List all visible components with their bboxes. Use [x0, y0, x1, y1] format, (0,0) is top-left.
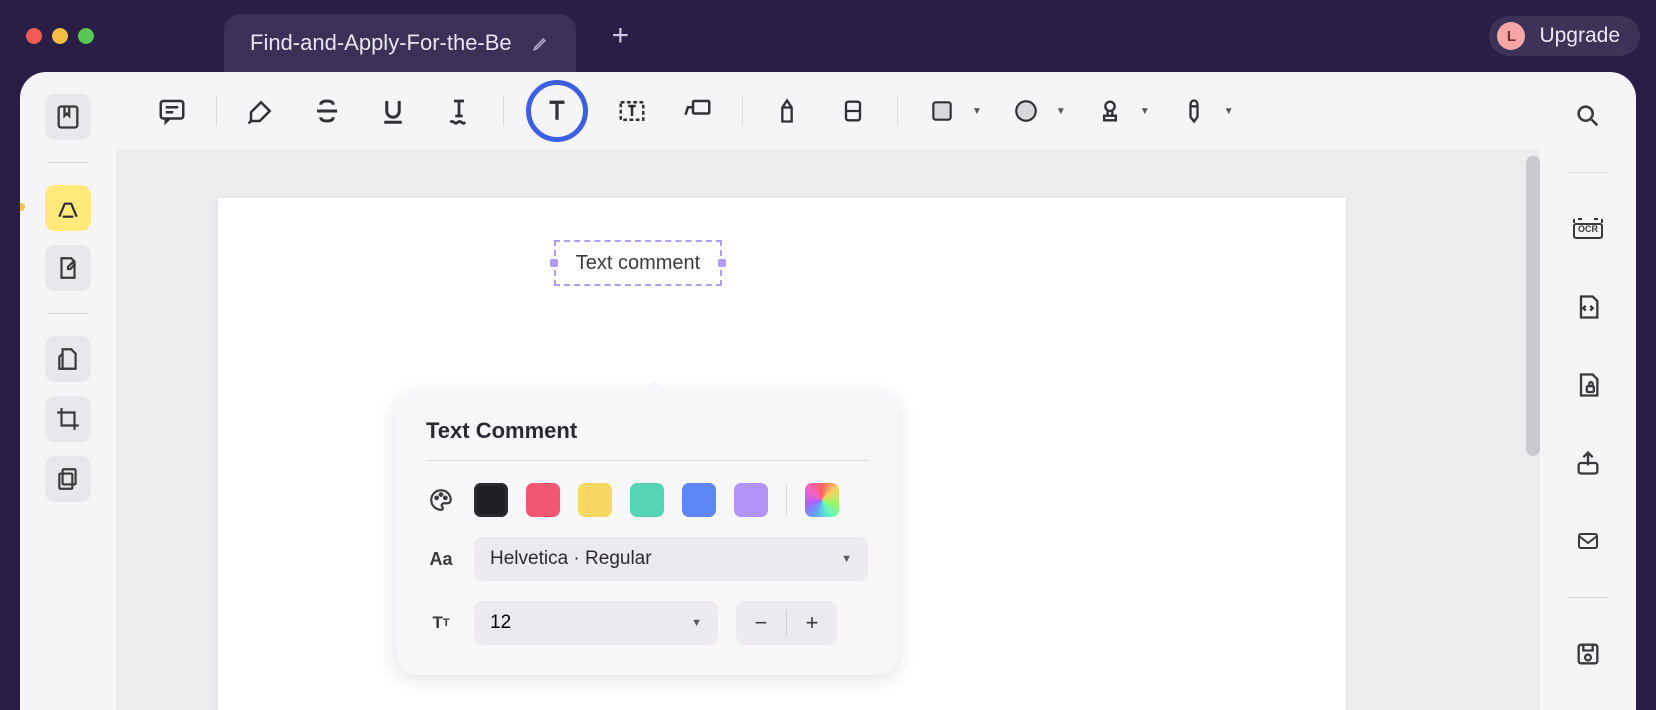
color-swatch-yellow[interactable]: [578, 483, 612, 517]
maximize-window-button[interactable]: [78, 28, 94, 44]
avatar: L: [1497, 22, 1525, 50]
email-button[interactable]: [1566, 519, 1610, 563]
caret-down-icon[interactable]: ▼: [972, 106, 982, 117]
stamp-button[interactable]: [1088, 89, 1132, 133]
size-row: TT 12 ▼ − +: [426, 601, 868, 645]
palette-icon: [426, 487, 456, 513]
titlebar: Find-and-Apply-For-the-Be + L Upgrade: [0, 0, 1656, 72]
sidebar-edit-button[interactable]: [45, 245, 91, 291]
caret-down-icon[interactable]: ▼: [1140, 106, 1150, 117]
new-tab-button[interactable]: +: [612, 19, 630, 53]
text-comment-value: Text comment: [576, 252, 700, 275]
underline-button[interactable]: [371, 89, 415, 133]
tab-title: Find-and-Apply-For-the-Be: [250, 30, 512, 56]
color-swatch-purple[interactable]: [734, 483, 768, 517]
color-swatch-red[interactable]: [526, 483, 560, 517]
left-sidebar: [20, 72, 116, 710]
top-toolbar: ▼ ▼ ▼ ▼: [116, 72, 1540, 150]
note-button[interactable]: [150, 89, 194, 133]
share-button[interactable]: [1566, 441, 1610, 485]
strikethrough-button[interactable]: [305, 89, 349, 133]
font-size-value: 12: [490, 612, 511, 634]
increase-size-button[interactable]: +: [787, 601, 837, 645]
font-select[interactable]: Helvetica · Regular ▼: [474, 537, 868, 581]
minimize-window-button[interactable]: [52, 28, 68, 44]
resize-handle-right[interactable]: [718, 259, 726, 267]
document-tab[interactable]: Find-and-Apply-For-the-Be: [224, 14, 576, 72]
sidebar-page-button[interactable]: [45, 336, 91, 382]
signature-button[interactable]: [1172, 89, 1216, 133]
font-size-stepper: − +: [736, 601, 837, 645]
upgrade-button[interactable]: L Upgrade: [1489, 16, 1640, 56]
text-box-button[interactable]: [610, 89, 654, 133]
text-comment-button[interactable]: [526, 80, 588, 142]
sidebar-crop-button[interactable]: [45, 396, 91, 442]
pencil-tool-button[interactable]: [765, 89, 809, 133]
window-controls: [26, 28, 94, 44]
app-frame: ▼ ▼ ▼ ▼ OCR: [20, 72, 1636, 710]
font-row: Aa Helvetica · Regular ▼: [426, 537, 868, 581]
color-swatch-teal[interactable]: [630, 483, 664, 517]
protect-button[interactable]: [1566, 363, 1610, 407]
sidebar-pages-thumb-button[interactable]: [45, 456, 91, 502]
resize-handle-left[interactable]: [550, 259, 558, 267]
font-icon: Aa: [426, 549, 456, 570]
convert-button[interactable]: [1566, 285, 1610, 329]
ocr-button[interactable]: OCR: [1566, 207, 1610, 251]
eraser-button[interactable]: [831, 89, 875, 133]
callout-button[interactable]: [676, 89, 720, 133]
vertical-scrollbar[interactable]: [1526, 156, 1540, 456]
pencil-icon[interactable]: [532, 34, 550, 52]
color-swatch-custom[interactable]: [805, 483, 839, 517]
popover-title: Text Comment: [426, 418, 868, 444]
search-button[interactable]: [1566, 94, 1610, 138]
ocr-label: OCR: [1578, 224, 1598, 234]
font-value: Helvetica · Regular: [490, 548, 652, 570]
shape-button[interactable]: [920, 89, 964, 133]
sidebar-bookmark-button[interactable]: [45, 94, 91, 140]
highlight-button[interactable]: [239, 89, 283, 133]
circle-button[interactable]: [1004, 89, 1048, 133]
upgrade-label: Upgrade: [1539, 24, 1620, 48]
close-window-button[interactable]: [26, 28, 42, 44]
text-comment-popover: Text Comment Aa Helvetica · Regu: [396, 392, 898, 675]
save-button[interactable]: [1566, 632, 1610, 676]
caret-down-icon[interactable]: ▼: [1056, 106, 1066, 117]
font-size-select[interactable]: 12 ▼: [474, 601, 718, 645]
squiggly-button[interactable]: [437, 89, 481, 133]
sidebar-annotate-button[interactable]: [45, 185, 91, 231]
size-icon: TT: [426, 613, 456, 633]
caret-down-icon: ▼: [841, 553, 852, 565]
right-sidebar: OCR: [1540, 72, 1636, 710]
caret-down-icon: ▼: [691, 617, 702, 629]
caret-down-icon[interactable]: ▼: [1224, 106, 1234, 117]
text-comment-box[interactable]: Text comment: [554, 240, 722, 286]
decrease-size-button[interactable]: −: [736, 601, 786, 645]
color-row: [426, 483, 868, 517]
color-swatch-black[interactable]: [474, 483, 508, 517]
color-swatch-blue[interactable]: [682, 483, 716, 517]
